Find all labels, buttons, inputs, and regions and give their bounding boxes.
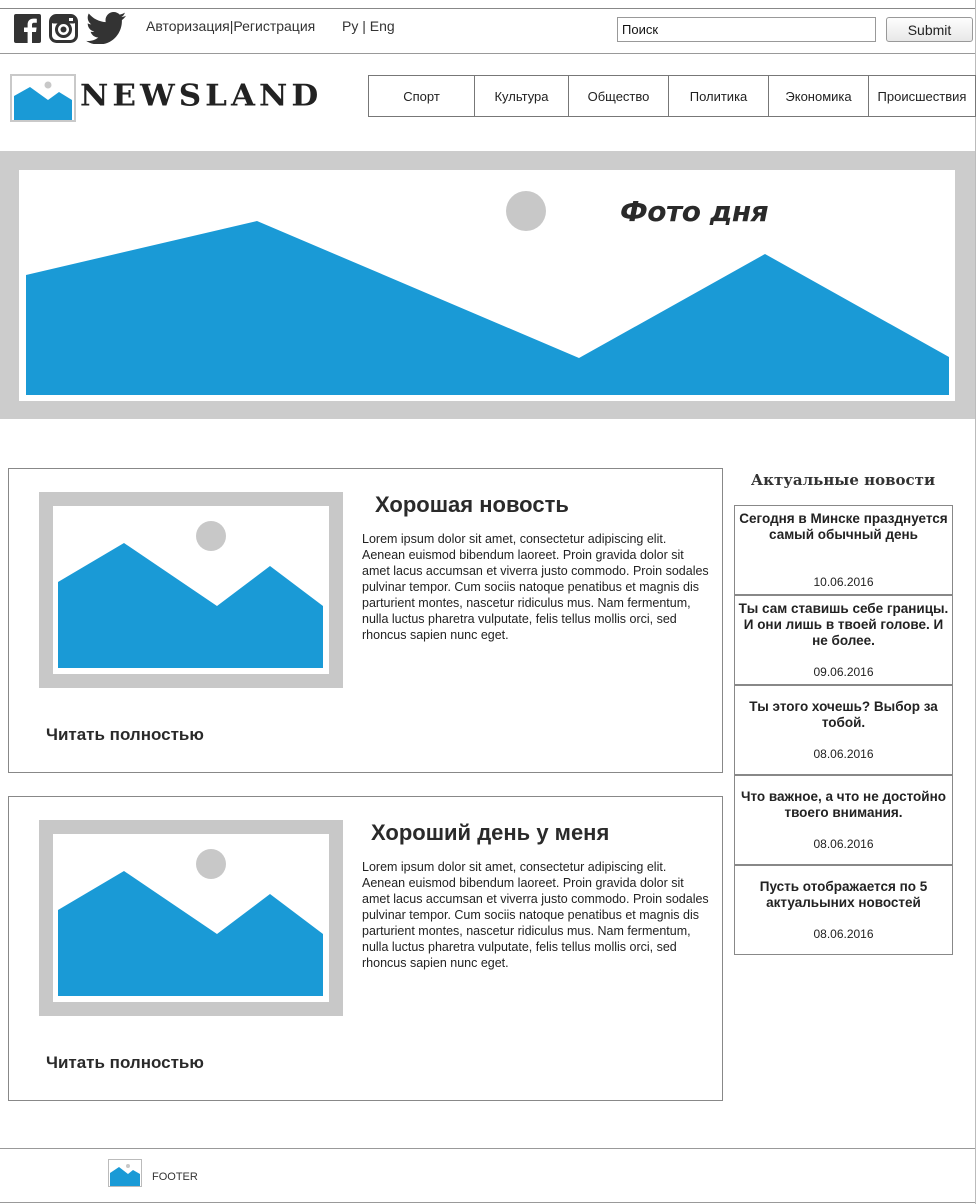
logo-image-icon[interactable] bbox=[10, 74, 76, 122]
sidebar-title: Актуальные новости bbox=[750, 471, 936, 489]
sidebar-news-item[interactable]: Ты сам ставишь себе границы. И они лишь … bbox=[734, 595, 953, 685]
nav-item-sport[interactable]: Спорт bbox=[369, 76, 475, 116]
article-image-icon[interactable] bbox=[39, 492, 343, 688]
hero-title: Фото дня bbox=[620, 195, 769, 228]
sidebar-news-date: 10.06.2016 bbox=[813, 575, 874, 589]
read-more-link[interactable]: Читать полностью bbox=[46, 725, 204, 745]
sidebar-news-date: 08.06.2016 bbox=[813, 837, 874, 851]
sidebar-news-item[interactable]: Что важное, а что не достойно твоего вни… bbox=[734, 775, 953, 865]
main-nav: Спорт Культура Общество Политика Экономи… bbox=[368, 75, 976, 117]
read-more-link[interactable]: Читать полностью bbox=[46, 1053, 204, 1073]
article-title[interactable]: Хорошая новость bbox=[375, 492, 569, 518]
login-link[interactable]: Авторизация bbox=[146, 18, 230, 34]
lang-ru-link[interactable]: Ру bbox=[342, 18, 358, 34]
auth-links: Авторизация|Регистрация bbox=[146, 18, 315, 34]
nav-item-society[interactable]: Общество bbox=[569, 76, 669, 116]
nav-item-incidents[interactable]: Происшествия bbox=[869, 76, 975, 116]
nav-item-economy[interactable]: Экономика bbox=[769, 76, 869, 116]
sidebar-news-title[interactable]: Сегодня в Минске празднуется самый обычн… bbox=[737, 511, 950, 543]
nav-item-politics[interactable]: Политика bbox=[669, 76, 769, 116]
top-border bbox=[0, 8, 976, 9]
sidebar-news-date: 09.06.2016 bbox=[813, 665, 874, 679]
footer-divider bbox=[0, 1148, 976, 1149]
sidebar-news-title[interactable]: Ты этого хочешь? Выбор за тобой. bbox=[737, 699, 950, 731]
submit-button[interactable]: Submit bbox=[886, 17, 973, 42]
article-card: Хороший день у меня Lorem ipsum dolor si… bbox=[8, 796, 723, 1101]
hero-banner[interactable] bbox=[0, 151, 975, 419]
sidebar-news-item[interactable]: Пусть отображается по 5 актуальыних ново… bbox=[734, 865, 953, 955]
article-card: Хорошая новость Lorem ipsum dolor sit am… bbox=[8, 468, 723, 773]
sidebar-news-title[interactable]: Что важное, а что не достойно твоего вни… bbox=[737, 789, 950, 821]
article-text: Lorem ipsum dolor sit amet, consectetur … bbox=[362, 532, 709, 642]
register-link[interactable]: Регистрация bbox=[233, 18, 315, 34]
twitter-icon[interactable] bbox=[85, 12, 127, 44]
article-text: Lorem ipsum dolor sit amet, consectetur … bbox=[362, 860, 709, 970]
lang-separator: | bbox=[358, 18, 370, 34]
nav-item-culture[interactable]: Культура bbox=[475, 76, 569, 116]
sidebar-news-item[interactable]: Ты этого хочешь? Выбор за тобой. 08.06.2… bbox=[734, 685, 953, 775]
article-image-icon[interactable] bbox=[39, 820, 343, 1016]
sidebar-news-title[interactable]: Пусть отображается по 5 актуальыних ново… bbox=[737, 879, 950, 911]
hero-image-icon bbox=[19, 170, 955, 401]
bottom-border bbox=[0, 1202, 976, 1203]
sidebar-news-date: 08.06.2016 bbox=[813, 927, 874, 941]
logo-text[interactable]: NEWSLAND bbox=[80, 79, 322, 113]
footer-text: FOOTER bbox=[152, 1171, 198, 1183]
sidebar-news-title[interactable]: Ты сам ставишь себе границы. И они лишь … bbox=[737, 601, 950, 649]
sidebar-news-date: 08.06.2016 bbox=[813, 747, 874, 761]
search-input[interactable] bbox=[617, 17, 876, 42]
lang-en-link[interactable]: Eng bbox=[370, 18, 395, 34]
header-divider bbox=[0, 53, 976, 54]
facebook-icon[interactable] bbox=[13, 12, 41, 44]
article-title[interactable]: Хороший день у меня bbox=[371, 820, 609, 846]
language-switcher: Ру | Eng bbox=[342, 18, 395, 34]
footer-logo-icon[interactable] bbox=[108, 1159, 142, 1187]
sidebar-news-item[interactable]: Сегодня в Минске празднуется самый обычн… bbox=[734, 505, 953, 595]
instagram-icon[interactable] bbox=[48, 12, 78, 44]
